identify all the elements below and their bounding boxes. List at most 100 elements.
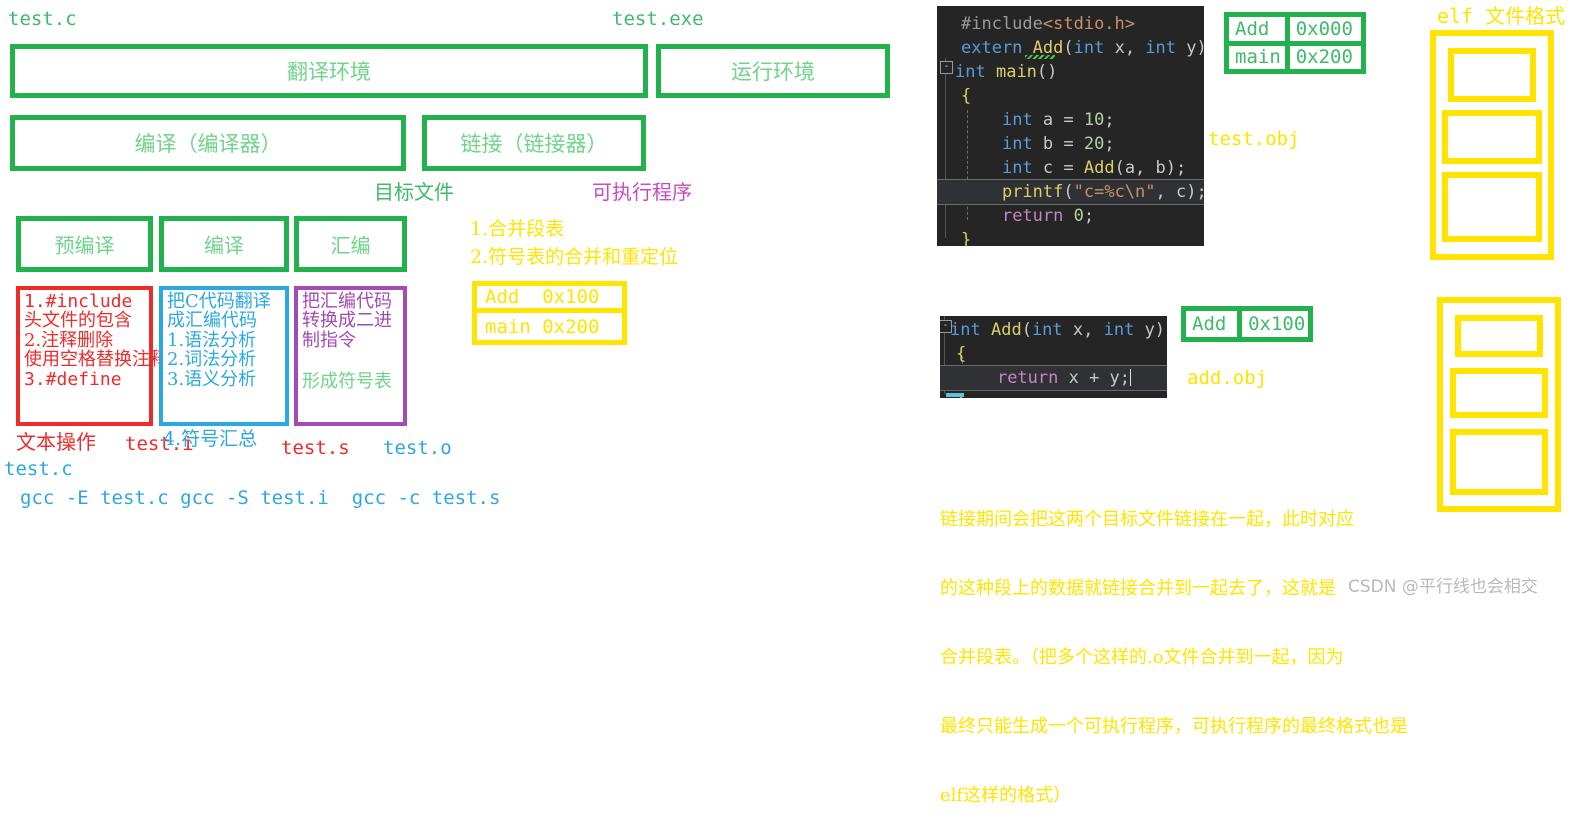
code-token bbox=[961, 206, 1002, 226]
paragraph-line: 最终只能生成一个可执行程序，可执行程序的最终格式也是 bbox=[940, 715, 1580, 738]
csdn-watermark: CSDN @平行线也会相交 bbox=[1348, 572, 1538, 597]
code-token: , c); bbox=[1156, 182, 1204, 202]
detail-box-precompile: 1.#include 头文件的包含 2.注释删除 使用空格替换注释 3.#def… bbox=[16, 286, 153, 426]
code-token: return bbox=[997, 368, 1058, 388]
elf-diagram-top bbox=[1430, 30, 1554, 260]
stage-box-compile-label: 编译 bbox=[164, 230, 284, 259]
link-symbol-table: Add 0x100 main 0x200 bbox=[472, 281, 627, 345]
box-translate-environment-label: 翻译环境 bbox=[15, 56, 643, 86]
code-token: main bbox=[996, 62, 1037, 82]
modified-indicator-icon bbox=[946, 393, 964, 397]
code-token: int bbox=[1074, 38, 1105, 58]
label-test-c-top: test.c bbox=[8, 10, 77, 29]
code-token: ( bbox=[1063, 38, 1073, 58]
code-token: int bbox=[1032, 320, 1063, 340]
test-obj-row: Add 0x000 bbox=[1229, 17, 1361, 46]
test-obj-symbol-addr: 0x000 bbox=[1290, 17, 1361, 41]
label-gcc-commands: gcc -E test.c gcc -S test.i gcc -c test.… bbox=[20, 489, 500, 508]
stage-box-precompile-label: 预编译 bbox=[21, 230, 148, 259]
detail-line-symbol-table: 形成符号表 bbox=[302, 372, 399, 391]
detail-line: 转换成二进 bbox=[302, 311, 399, 330]
code-token: ; bbox=[1104, 110, 1114, 130]
detail-line: 3.语义分析 bbox=[167, 370, 281, 389]
elf-segment bbox=[1448, 48, 1536, 102]
add-obj-symbol-addr: 0x100 bbox=[1242, 311, 1308, 337]
code-token: int bbox=[1002, 110, 1033, 130]
code-line: int main() bbox=[937, 60, 1204, 84]
code-line: int c = Add(a, b); bbox=[937, 156, 1204, 180]
detail-line: 1.#include bbox=[24, 292, 145, 311]
code-line-selected: return x + y; bbox=[940, 366, 1167, 390]
code-token bbox=[981, 320, 991, 340]
code-token: b = bbox=[1033, 134, 1084, 154]
label-test-o: test.o bbox=[383, 439, 452, 458]
link-symbol-table-row: main 0x200 bbox=[477, 313, 622, 340]
linker-explanation-paragraph: 链接期间会把这两个目标文件链接在一起，此时对应 的这种段上的数据就链接合并到一起… bbox=[940, 462, 1580, 830]
code-editor-add[interactable]: - int Add(int x, int y) { return x + y; … bbox=[940, 316, 1167, 398]
box-translate-environment: 翻译环境 bbox=[10, 44, 648, 98]
code-editor-main[interactable]: - #include<stdio.h> extern Add(int x, in… bbox=[937, 6, 1204, 246]
code-line: #include<stdio.h> bbox=[937, 12, 1204, 36]
detail-box-assemble: 把汇编代码 转换成二进 制指令 形成符号表 bbox=[294, 286, 407, 426]
detail-line: 把C代码翻译 bbox=[167, 292, 281, 311]
code-token: int bbox=[1002, 158, 1033, 178]
code-token: y); bbox=[1176, 38, 1204, 58]
test-obj-symbol-addr: 0x200 bbox=[1290, 46, 1361, 70]
label-elf-file-format: elf 文件格式 bbox=[1437, 6, 1565, 26]
detail-line: 2.注释删除 bbox=[24, 331, 145, 350]
code-token bbox=[956, 368, 997, 388]
detail-line: 3.#define bbox=[24, 370, 145, 389]
code-token: int bbox=[1145, 38, 1176, 58]
code-token: int bbox=[955, 62, 986, 82]
text-caret bbox=[1130, 369, 1131, 386]
code-token: Add bbox=[991, 320, 1022, 340]
box-compile-stage-label: 编译（编译器） bbox=[15, 128, 401, 158]
label-test-c-bottom: test.c bbox=[4, 460, 73, 479]
label-executable-program: 可执行程序 bbox=[592, 182, 692, 202]
test-obj-row: main 0x200 bbox=[1229, 46, 1361, 70]
stage-box-compile: 编译 bbox=[159, 216, 289, 272]
code-token: x + y; bbox=[1058, 368, 1130, 388]
detail-line: 制指令 bbox=[302, 331, 399, 350]
code-token: 10 bbox=[1084, 110, 1104, 130]
box-link-stage-label: 链接（链接器） bbox=[427, 128, 641, 158]
paragraph-line: 链接期间会把这两个目标文件链接在一起，此时对应 bbox=[940, 508, 1580, 531]
stage-box-assemble-label: 汇编 bbox=[299, 230, 402, 259]
paragraph-line: 合并段表。（把多个这样的.o文件合并到一起，因为 bbox=[940, 646, 1580, 669]
code-token: <stdio.h> bbox=[1043, 14, 1135, 34]
link-symbol-table-row: Add 0x100 bbox=[477, 286, 622, 313]
box-runtime-environment: 运行环境 bbox=[656, 44, 890, 98]
code-token: int bbox=[1104, 320, 1135, 340]
code-token: int bbox=[950, 320, 981, 340]
code-token: y) bbox=[1134, 320, 1165, 340]
code-token: } bbox=[961, 230, 971, 246]
elf-segment bbox=[1455, 315, 1543, 357]
label-test-exe: test.exe bbox=[612, 10, 704, 29]
elf-segment bbox=[1442, 172, 1542, 242]
code-token: #include bbox=[961, 14, 1043, 34]
box-link-stage: 链接（链接器） bbox=[422, 115, 646, 171]
code-token bbox=[961, 134, 1002, 154]
code-token: return bbox=[1002, 206, 1063, 226]
detail-line: 把汇编代码 bbox=[302, 292, 399, 311]
detail-line bbox=[302, 350, 399, 372]
box-compile-stage: 编译（编译器） bbox=[10, 115, 406, 171]
elf-segment bbox=[1450, 368, 1548, 418]
detail-line: 使用空格替换注释 bbox=[24, 350, 145, 369]
code-token: x, bbox=[1063, 320, 1104, 340]
label-add-obj-filename: add.obj bbox=[1187, 369, 1267, 388]
code-token: x, bbox=[1104, 38, 1145, 58]
code-token: printf bbox=[1002, 182, 1063, 202]
add-obj-row: Add 0x100 bbox=[1186, 311, 1308, 337]
code-token: "c=%c\n" bbox=[1074, 182, 1156, 202]
code-line-selected: printf("c=%c\n", c); bbox=[937, 180, 1204, 204]
detail-line: 1.语法分析 bbox=[167, 331, 281, 350]
label-test-obj: test.obj bbox=[1208, 130, 1300, 149]
code-token: ; bbox=[1104, 134, 1114, 154]
detail-line: 头文件的包含 bbox=[24, 311, 145, 330]
label-target-file: 目标文件 bbox=[374, 182, 454, 202]
code-token: (a, b); bbox=[1115, 158, 1187, 178]
add-obj-symbol-table: Add 0x100 bbox=[1181, 306, 1313, 342]
code-token: { bbox=[961, 86, 971, 106]
box-runtime-environment-label: 运行环境 bbox=[661, 56, 885, 86]
